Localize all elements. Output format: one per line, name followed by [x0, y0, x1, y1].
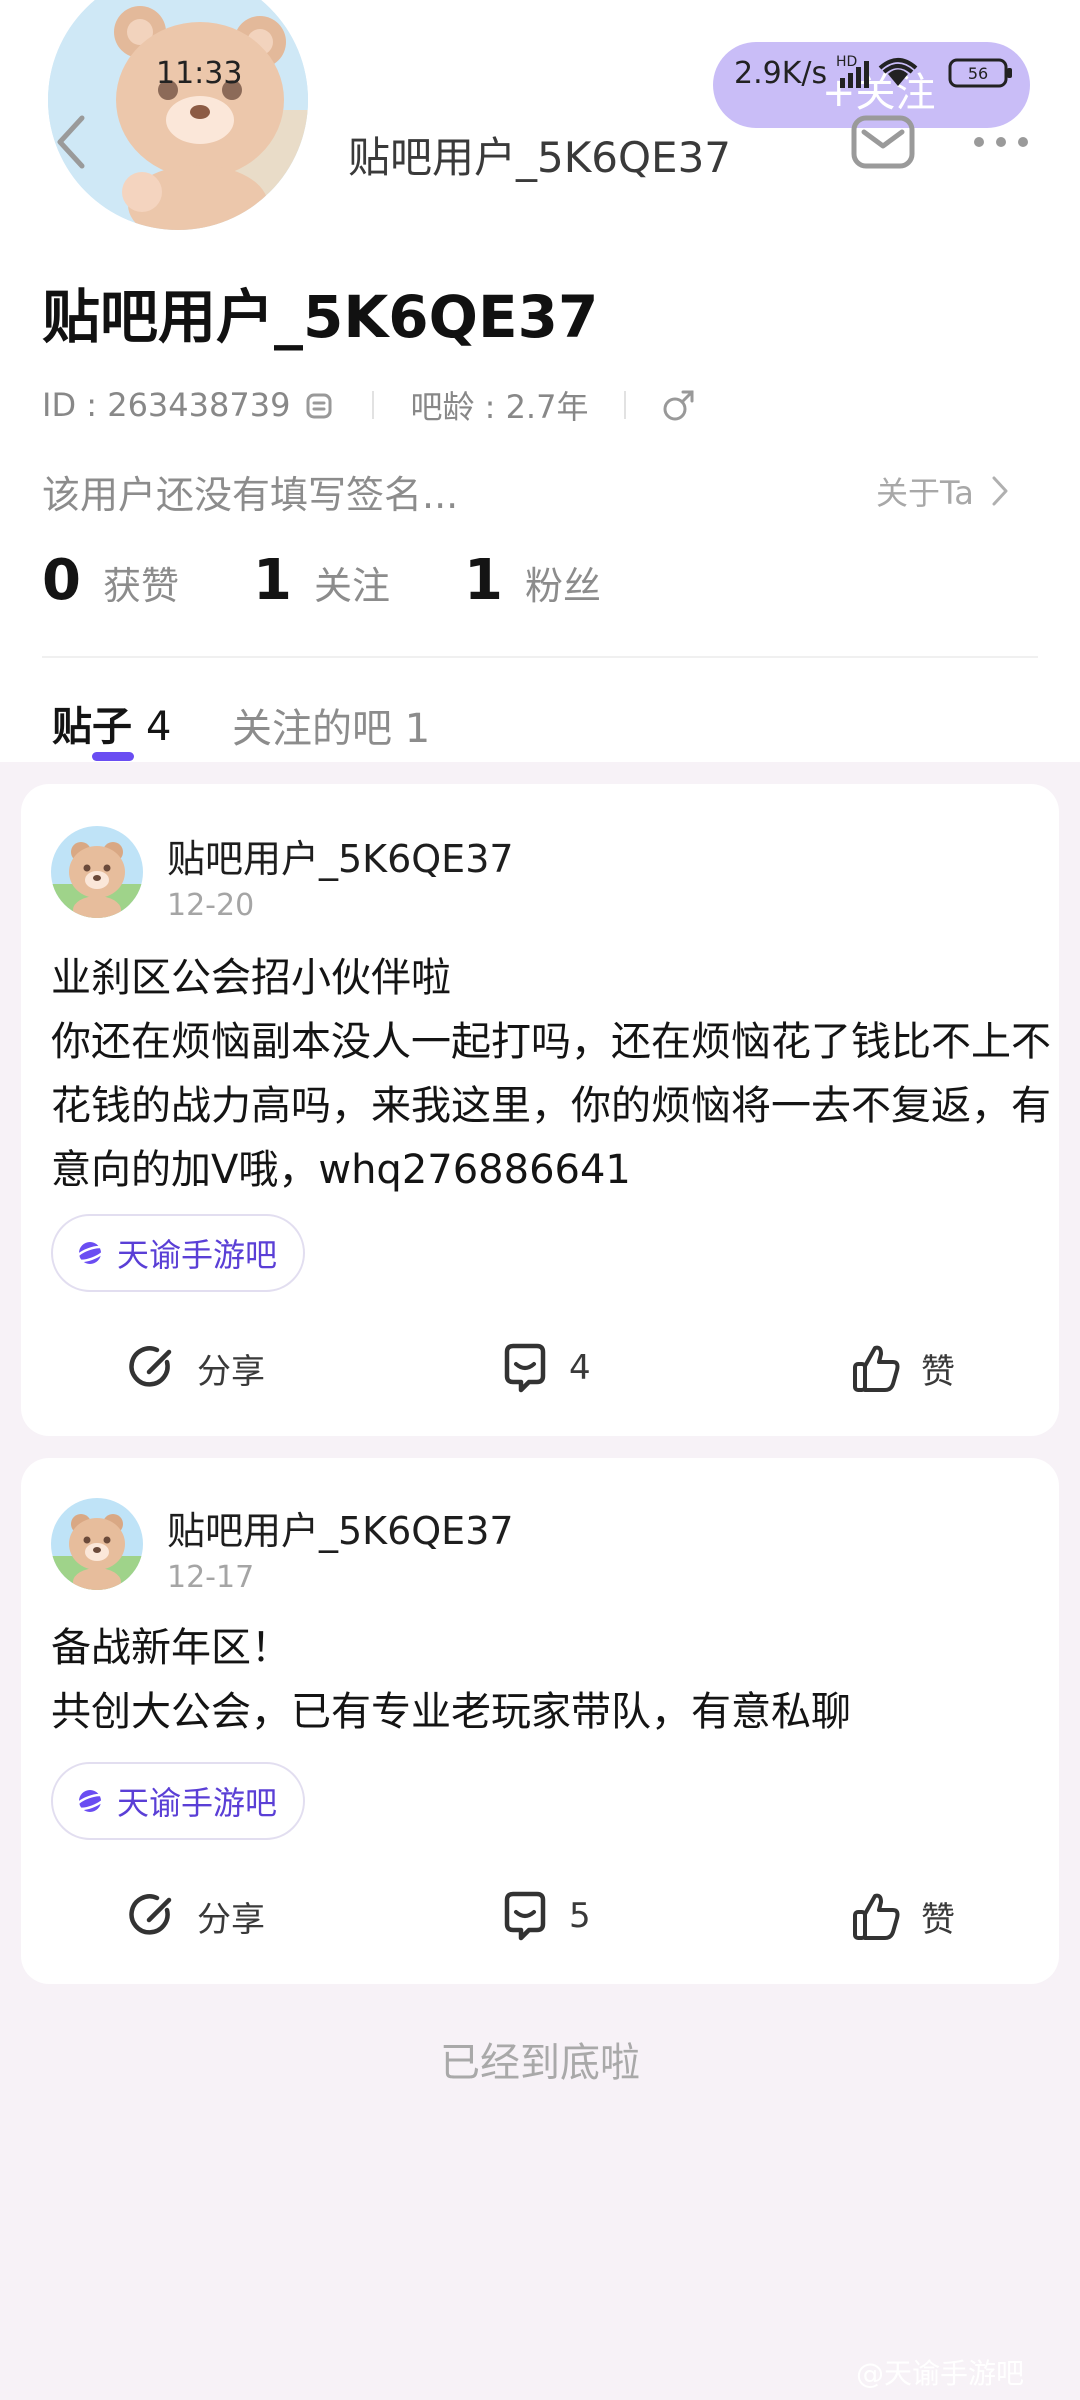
forum-age: 吧龄 : 2.7年: [410, 388, 589, 426]
svg-text:HD: HD: [836, 54, 857, 70]
tab-posts-label: 贴子: [52, 704, 132, 750]
status-icons: HD 56: [836, 54, 1012, 88]
comment-count: 5: [569, 1896, 591, 1936]
like-button[interactable]: 赞: [851, 1890, 955, 1942]
thumbs-up-icon: [853, 1893, 900, 1940]
thumbs-up-icon: [853, 1345, 900, 1392]
share-button[interactable]: 分享: [127, 1890, 265, 1942]
stat-label: 获赞: [102, 564, 179, 608]
status-time: 11:33: [156, 56, 243, 91]
post-title: 备战新年区！: [51, 1625, 291, 1671]
profile-name: 贴吧用户_5K6QE37: [42, 283, 599, 351]
share-icon: [129, 1346, 172, 1387]
user-id: ID : 263438739: [42, 386, 291, 424]
forum-planet-icon: [75, 1790, 105, 1812]
post-text: 共创大公会，已有专业老玩家带队，有意私聊: [51, 1689, 851, 1735]
meta-divider: [372, 391, 375, 419]
comment-count: 4: [569, 1348, 591, 1388]
post-author-name[interactable]: 贴吧用户_5K6QE37: [167, 1500, 514, 1555]
watermark-text: @天谕手游吧: [856, 2357, 1025, 2390]
post-card[interactable]: 贴吧用户_5K6QE37 12-17 备战新年区！ 共创大公会，已有专业老玩家带…: [21, 1458, 1059, 1984]
end-of-list-text: 已经到底啦: [440, 2040, 640, 2086]
divider: [42, 656, 1038, 658]
comment-icon: [504, 1891, 546, 1941]
more-options-icon[interactable]: [972, 132, 1030, 152]
share-label: 分享: [197, 1351, 265, 1392]
forum-tag-label: 天谕手游吧: [117, 1236, 278, 1274]
stats-row: 0 获赞 1 关注 1 粉丝: [42, 548, 675, 613]
post-content[interactable]: 业刹区公会招小伙伴啦 你还在烦恼副本没人一起打吗，还在烦恼花了钱比不上不花钱的战…: [51, 946, 1051, 1202]
chevron-right-icon: [992, 476, 1008, 506]
active-tab-indicator: [92, 752, 134, 761]
post-text: 你还在烦恼副本没人一起打吗，还在烦恼花了钱比不上不花钱的战力高吗，来我这里，你的…: [51, 1019, 1051, 1193]
stat-value: 1: [252, 548, 292, 613]
forum-tag[interactable]: 天谕手游吧: [51, 1762, 305, 1840]
like-label: 赞: [921, 1351, 955, 1392]
battery-level: 56: [968, 64, 988, 83]
post-date: 12-20: [167, 888, 255, 923]
share-button[interactable]: 分享: [127, 1342, 265, 1394]
forum-tag-label: 天谕手游吧: [117, 1784, 278, 1822]
back-arrow-icon[interactable]: [52, 112, 92, 172]
post-author-avatar[interactable]: [51, 1498, 143, 1590]
tab-followed-forums[interactable]: 关注的吧 1: [232, 696, 430, 754]
forum-tag[interactable]: 天谕手游吧: [51, 1214, 305, 1292]
stat-following[interactable]: 1 关注: [253, 548, 390, 613]
stat-value: 1: [463, 548, 503, 613]
about-link-label: 关于Ta: [876, 474, 974, 512]
male-gender-icon: [663, 390, 694, 421]
post-title: 业刹区公会招小伙伴啦: [51, 955, 451, 1001]
watermark: @天谕手游吧: [856, 2352, 1024, 2392]
share-label: 分享: [197, 1899, 265, 1940]
stat-label: 粉丝: [524, 564, 601, 608]
stat-label: 关注: [313, 564, 390, 608]
about-link[interactable]: 关于Ta: [876, 468, 1010, 514]
stat-likes[interactable]: 0 获赞: [42, 548, 179, 613]
profile-meta: ID : 263438739 吧龄 : 2.7年: [42, 382, 696, 428]
comment-icon: [504, 1343, 546, 1393]
user-signature: 该用户还没有填写签名...: [42, 473, 459, 517]
like-button[interactable]: 赞: [851, 1342, 955, 1394]
stat-value: 0: [42, 548, 81, 613]
comment-button[interactable]: 4: [499, 1342, 591, 1394]
post-date: 12-17: [167, 1560, 255, 1595]
share-icon: [129, 1894, 172, 1935]
message-icon[interactable]: [850, 114, 916, 170]
post-author-avatar[interactable]: [51, 826, 143, 918]
copy-icon[interactable]: [304, 389, 336, 421]
forum-planet-icon: [75, 1242, 105, 1264]
post-content[interactable]: 备战新年区！ 共创大公会，已有专业老玩家带队，有意私聊: [51, 1616, 1051, 1744]
tab-posts[interactable]: 贴子 4: [52, 694, 171, 752]
network-speed: 2.9K/s: [734, 56, 828, 91]
header-username: 贴吧用户_5K6QE37: [348, 133, 732, 182]
post-card[interactable]: 贴吧用户_5K6QE37 12-20 业刹区公会招小伙伴啦 你还在烦恼副本没人一…: [21, 784, 1059, 1436]
comment-button[interactable]: 5: [499, 1890, 591, 1942]
meta-divider: [624, 391, 627, 419]
post-author-name[interactable]: 贴吧用户_5K6QE37: [167, 828, 514, 883]
like-label: 赞: [921, 1899, 955, 1940]
tab-posts-count: 4: [145, 704, 172, 750]
stat-fans[interactable]: 1 粉丝: [464, 548, 601, 613]
